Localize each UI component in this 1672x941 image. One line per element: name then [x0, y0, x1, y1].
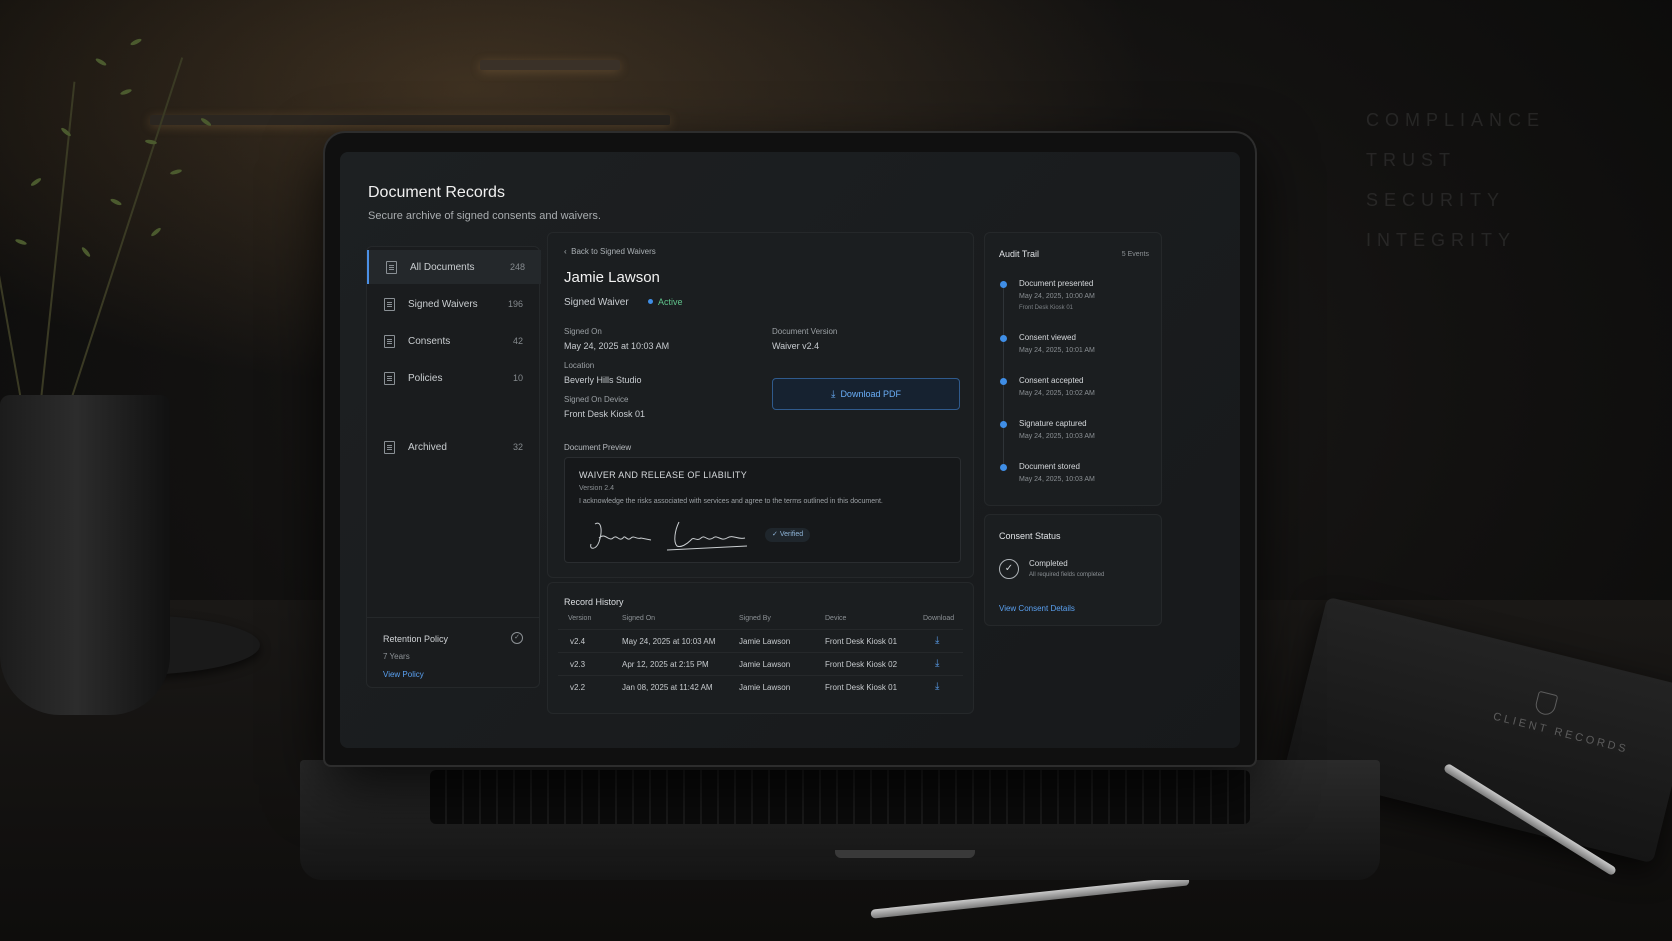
- retention-policy: Retention Policy ✓ 7 Years View Policy: [367, 617, 539, 688]
- view-policy-link[interactable]: View Policy: [383, 670, 424, 679]
- retention-title: Retention Policy: [383, 634, 449, 644]
- audit-count: 5 Events: [1121, 251, 1149, 258]
- version-label: Document Version: [772, 327, 838, 336]
- document-type: Signed Waiver: [564, 297, 629, 308]
- audit-title: Audit Trail: [999, 249, 1040, 259]
- timeline-dot-icon: [1000, 335, 1007, 342]
- sidebar-item-label: Signed Waivers: [408, 298, 478, 310]
- column-header: Version: [568, 615, 592, 622]
- shelf-books: [480, 60, 620, 70]
- wall-shelf: [150, 115, 670, 125]
- record-history: Record History Version Signed On Signed …: [547, 582, 974, 714]
- check-circle-icon: ✓: [999, 559, 1019, 579]
- plant-pot: [0, 395, 170, 715]
- shield-icon: [1533, 690, 1559, 717]
- location-label: Location: [564, 361, 595, 370]
- laptop-notch: [835, 850, 975, 858]
- signed-on-label: Signed On: [564, 327, 602, 336]
- sidebar-item-label: All Documents: [410, 261, 475, 273]
- status-badge: Active: [648, 297, 683, 307]
- timeline-dot-icon: [1000, 421, 1007, 428]
- timeline-dot-icon: [1000, 281, 1007, 288]
- consent-status-sub: All required fields completed: [1029, 572, 1105, 578]
- sidebar-item-label: Archived: [408, 441, 447, 453]
- sidebar-item-archived[interactable]: Archived 32: [367, 430, 539, 464]
- audit-trail: Audit Trail 5 Events Document presented …: [984, 232, 1162, 506]
- document-icon: [384, 334, 395, 348]
- wall-lettering: COMPLIANCE TRUST SECURITY INTEGRITY: [1366, 110, 1546, 250]
- retention-value: 7 Years: [383, 652, 410, 661]
- document-preview[interactable]: WAIVER AND RELEASE OF LIABILITY Version …: [564, 457, 961, 563]
- page-subtitle: Secure archive of signed consents and wa…: [368, 210, 601, 222]
- signed-on-value: May 24, 2025 at 10:03 AM: [564, 341, 670, 351]
- sidebar-item-count: 42: [512, 336, 523, 346]
- consent-title: Consent Status: [999, 531, 1061, 541]
- history-title: Record History: [564, 597, 624, 607]
- timeline-dot-icon: [1000, 378, 1007, 385]
- table-row[interactable]: v2.2 Jan 08, 2025 at 11:42 AM Jamie Laws…: [558, 675, 963, 699]
- table-row[interactable]: v2.4 May 24, 2025 at 10:03 AM Jamie Laws…: [558, 629, 963, 653]
- sidebar-item-count: 10: [512, 373, 523, 383]
- column-header: Download: [923, 615, 955, 622]
- table-row[interactable]: v2.3 Apr 12, 2025 at 2:15 PM Jamie Lawso…: [558, 652, 963, 676]
- sidebar-item-policies[interactable]: Policies 10: [367, 361, 539, 395]
- sidebar-item-count: 248: [509, 262, 525, 272]
- document-icon: [384, 297, 395, 311]
- sidebar-item-count: 196: [507, 299, 523, 309]
- consent-status: Consent Status ✓ Completed All required …: [984, 514, 1162, 626]
- device-label: Signed On Device: [564, 395, 629, 404]
- timeline-dot-icon: [1000, 464, 1007, 471]
- signature-image: [590, 521, 748, 551]
- download-icon: ⤓: [831, 388, 836, 400]
- page-title: Document Records: [368, 184, 505, 201]
- consent-status-value: Completed: [1029, 559, 1068, 568]
- sidebar-item-count: 32: [512, 442, 523, 452]
- download-pdf-button[interactable]: ⤓ Download PDF: [772, 378, 960, 410]
- sidebar-item-label: Consents: [408, 335, 451, 347]
- download-icon[interactable]: ⤓: [935, 635, 939, 646]
- document-icon: [386, 260, 397, 274]
- location-value: Beverly Hills Studio: [564, 375, 642, 385]
- sidebar-item-consents[interactable]: Consents 42: [367, 324, 539, 358]
- check-circle-icon: ✓: [772, 531, 780, 538]
- back-link[interactable]: ‹ Back to Signed Waivers: [564, 247, 656, 256]
- laptop-keyboard: [430, 770, 1250, 824]
- status-dot-icon: [648, 299, 653, 304]
- shield-check-icon: ✓: [511, 632, 523, 644]
- column-header: Signed On: [622, 615, 656, 622]
- preview-label: Document Preview: [564, 443, 632, 452]
- verified-badge: ✓ Verified: [765, 528, 811, 542]
- column-header: Signed By: [739, 615, 771, 622]
- column-header: Device: [825, 615, 847, 622]
- download-icon[interactable]: ⤓: [935, 681, 939, 692]
- device-value: Front Desk Kiosk 01: [564, 409, 646, 419]
- timeline-line: [1003, 281, 1004, 466]
- sidebar: All Documents 248 Signed Waivers 196 Con…: [366, 246, 541, 688]
- version-value: Waiver v2.4: [772, 341, 820, 351]
- preview-text: I acknowledge the risks associated with …: [579, 498, 883, 505]
- notebook-label: CLIENT RECORDS: [1491, 710, 1630, 756]
- archive-icon: [384, 440, 395, 454]
- sidebar-item-signed-waivers[interactable]: Signed Waivers 196: [367, 287, 539, 321]
- laptop-screen: Document Records Secure archive of signe…: [340, 152, 1240, 748]
- record-detail-card: ‹ Back to Signed Waivers Jamie Lawson Si…: [547, 232, 974, 578]
- document-icon: [384, 371, 395, 385]
- preview-title: WAIVER AND RELEASE OF LIABILITY: [579, 470, 748, 480]
- sidebar-item-all-documents[interactable]: All Documents 248: [367, 250, 541, 284]
- sidebar-item-label: Policies: [408, 372, 443, 384]
- record-name: Jamie Lawson: [564, 269, 660, 286]
- download-icon[interactable]: ⤓: [935, 658, 939, 669]
- view-consent-details-link[interactable]: View Consent Details: [999, 604, 1075, 613]
- preview-version: Version 2.4: [579, 485, 615, 492]
